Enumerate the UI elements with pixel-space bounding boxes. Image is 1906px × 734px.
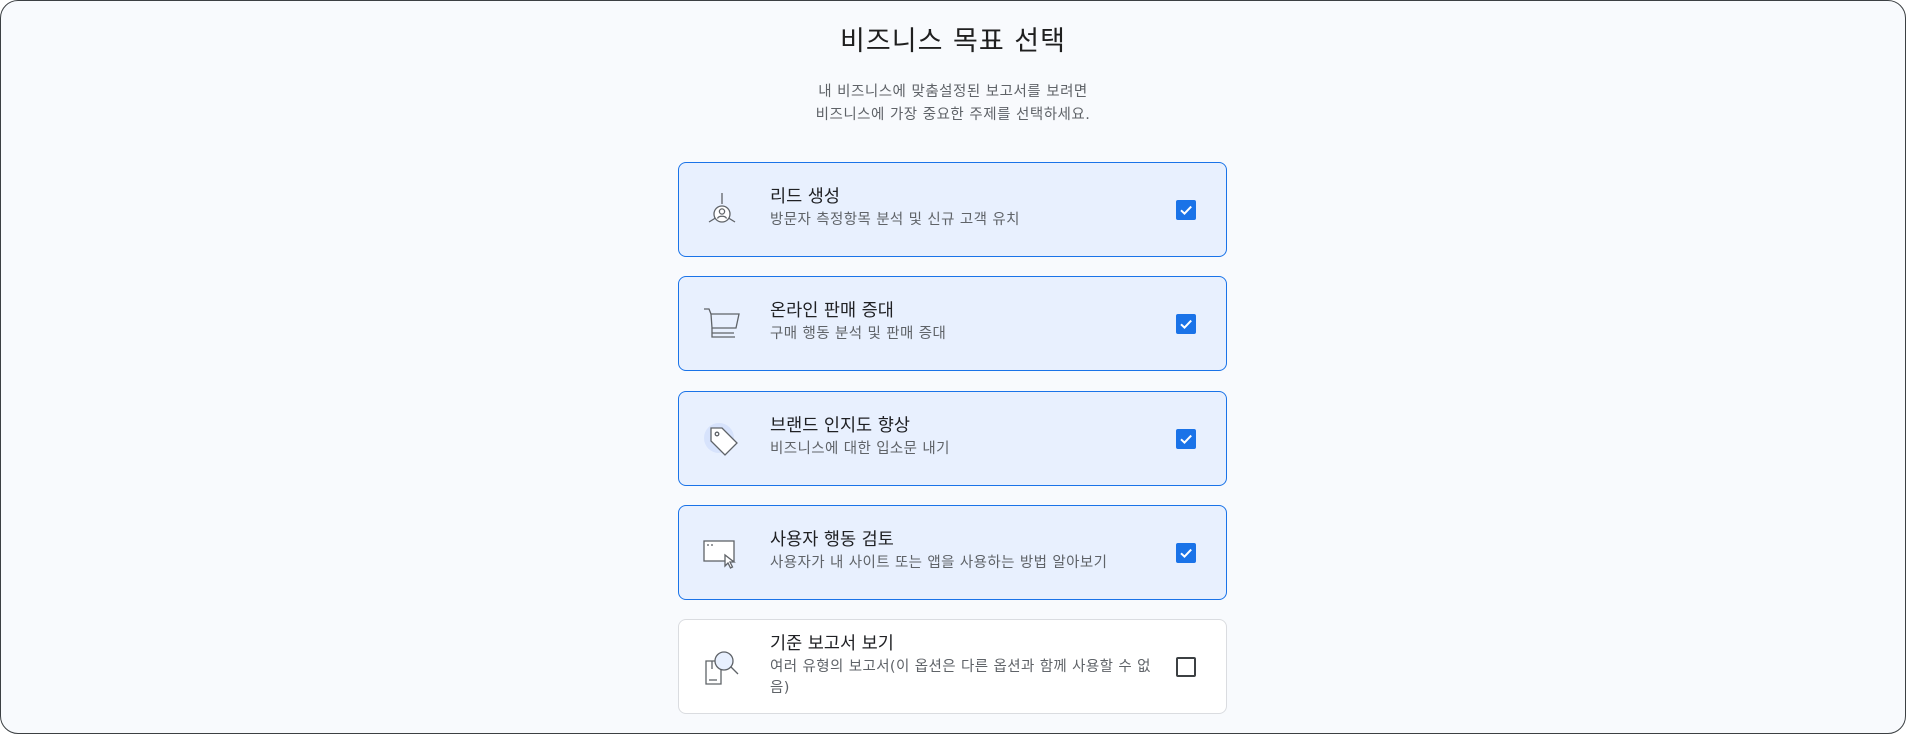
- option-card-user-behavior[interactable]: 사용자 행동 검토 사용자가 내 사이트 또는 앱을 사용하는 방법 알아보기: [678, 505, 1227, 600]
- option-card-brand-awareness[interactable]: 브랜드 인지도 향상 비즈니스에 대한 입소문 내기: [678, 391, 1227, 486]
- option-label: 사용자 행동 검토: [770, 530, 894, 550]
- option-label: 기준 보고서 보기: [770, 634, 894, 654]
- option-checkbox-checked[interactable]: [1176, 314, 1196, 334]
- option-label: 온라인 판매 증대: [770, 301, 894, 321]
- option-label: 리드 생성: [770, 187, 840, 207]
- option-description: 구매 행동 분석 및 판매 증대: [770, 326, 947, 342]
- option-card-lead-generation[interactable]: 리드 생성 방문자 측정항목 분석 및 신규 고객 유치: [678, 162, 1227, 257]
- option-checkbox-checked[interactable]: [1176, 543, 1196, 563]
- option-label: 브랜드 인지도 향상: [770, 416, 910, 436]
- screen-cursor-icon: [701, 533, 743, 575]
- option-checkbox-checked[interactable]: [1176, 200, 1196, 220]
- checkmark-icon: [1180, 319, 1192, 330]
- checkmark-icon: [1180, 434, 1192, 445]
- option-description: 방문자 측정항목 분석 및 신규 고객 유치: [770, 212, 1020, 228]
- checkmark-icon: [1180, 548, 1192, 559]
- option-description: 사용자가 내 사이트 또는 앱을 사용하는 방법 알아보기: [770, 555, 1108, 571]
- option-text: 온라인 판매 증대 구매 행동 분석 및 판매 증대: [770, 299, 1160, 345]
- option-description: 비즈니스에 대한 입소문 내기: [770, 441, 950, 457]
- shopping-cart-icon: [701, 304, 743, 346]
- tag-icon: [701, 419, 743, 461]
- option-card-online-sales[interactable]: 온라인 판매 증대 구매 행동 분석 및 판매 증대: [678, 276, 1227, 371]
- option-text: 사용자 행동 검토 사용자가 내 사이트 또는 앱을 사용하는 방법 알아보기: [770, 528, 1160, 574]
- page-subtitle: 내 비즈니스에 맞춤설정된 보고서를 보려면 비즈니스에 가장 중요한 주제를 …: [1, 81, 1905, 127]
- subtitle-line-1: 내 비즈니스에 맞춤설정된 보고서를 보려면: [818, 84, 1088, 100]
- option-card-baseline-reports[interactable]: 기준 보고서 보기 여러 유형의 보고서(이 옵션은 다른 옵션과 함께 사용할…: [678, 619, 1227, 714]
- dialog-frame: 비즈니스 목표 선택 내 비즈니스에 맞춤설정된 보고서를 보려면 비즈니스에 …: [0, 0, 1906, 734]
- option-text: 기준 보고서 보기 여러 유형의 보고서(이 옵션은 다른 옵션과 함께 사용할…: [770, 632, 1160, 699]
- option-checkbox-unchecked[interactable]: [1176, 657, 1196, 677]
- option-text: 브랜드 인지도 향상 비즈니스에 대한 입소문 내기: [770, 414, 1160, 460]
- option-checkbox-checked[interactable]: [1176, 429, 1196, 449]
- lead-generation-icon: [701, 190, 743, 232]
- report-search-icon: [701, 647, 743, 689]
- page-title: 비즈니스 목표 선택: [840, 26, 1066, 57]
- option-text: 리드 생성 방문자 측정항목 분석 및 신규 고객 유치: [770, 185, 1160, 231]
- checkmark-icon: [1180, 205, 1192, 216]
- subtitle-line-2: 비즈니스에 가장 중요한 주제를 선택하세요.: [815, 107, 1091, 123]
- option-description: 여러 유형의 보고서(이 옵션은 다른 옵션과 함께 사용할 수 없음): [770, 659, 1151, 696]
